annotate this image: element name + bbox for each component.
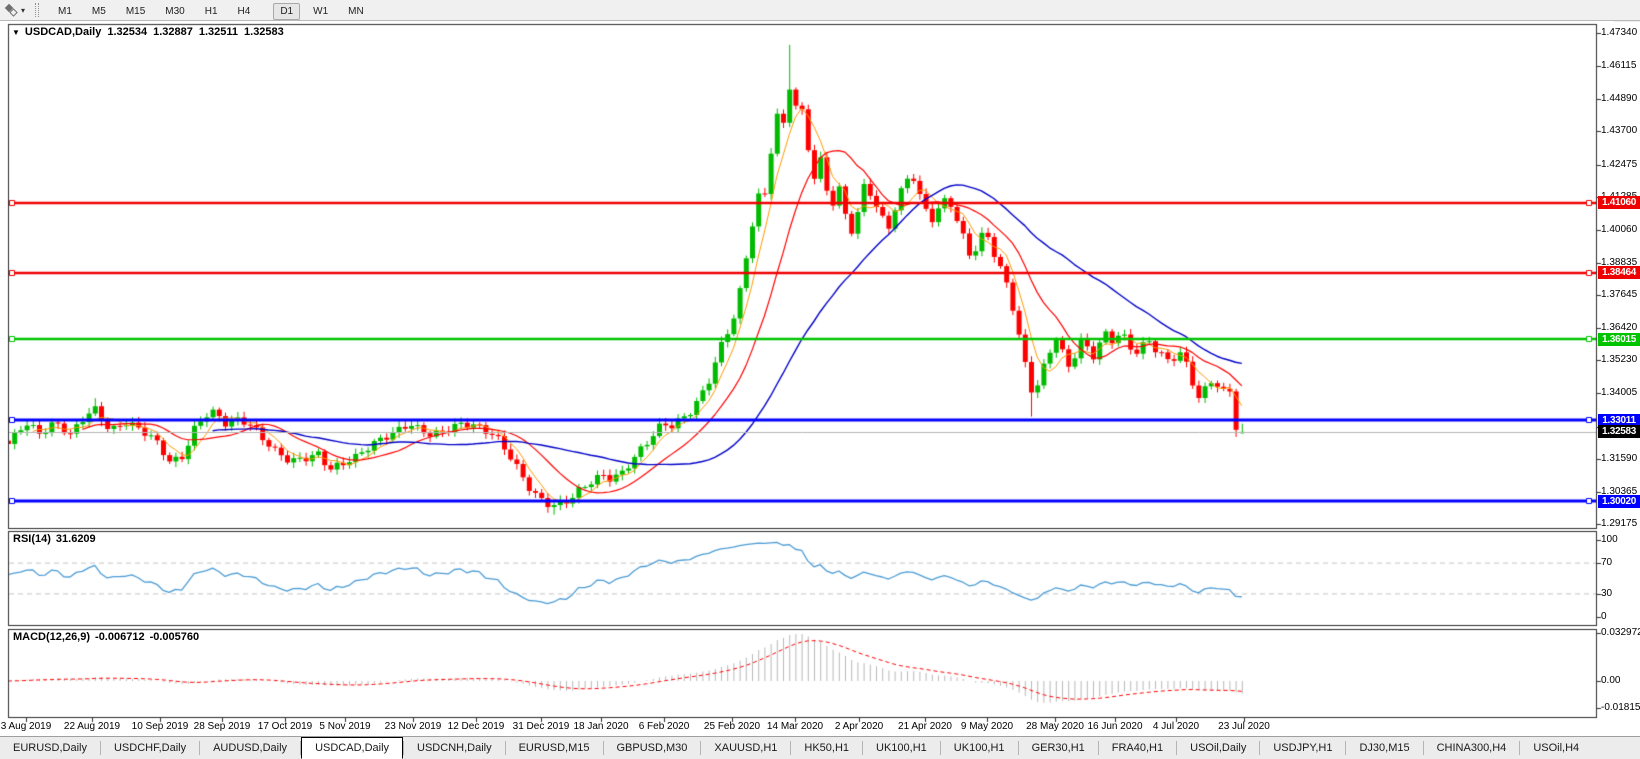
chart-tab-usdcnh[interactable]: USDCNH,Daily	[404, 737, 505, 759]
timeframe-button-m5[interactable]: M5	[85, 3, 113, 20]
rsi-value: 31.6209	[56, 533, 96, 545]
chart-tab-eurusd[interactable]: EURUSD,M15	[506, 737, 603, 759]
timeframe-button-m15[interactable]: M15	[119, 3, 152, 20]
rsi-axis-tick: 0	[1601, 611, 1607, 622]
date-axis-label: 3 Aug 2019	[1, 721, 52, 732]
macd-axis-tick: 0.032972	[1601, 627, 1640, 638]
date-axis-label: 23 Jul 2020	[1218, 721, 1270, 732]
date-axis-label: 14 Mar 2020	[767, 721, 823, 732]
chart-tab-usoil[interactable]: USOil,H4	[1520, 737, 1592, 759]
chart-tab-usdjpy[interactable]: USDJPY,H1	[1260, 737, 1345, 759]
chart-tab-uk100[interactable]: UK100,H1	[941, 737, 1018, 759]
date-axis-label: 4 Jul 2020	[1153, 721, 1199, 732]
hline-price-tag: 1.38464	[1598, 266, 1640, 279]
macd-indicator-label: MACD(12,26,9) -0.006712 -0.005760	[13, 631, 204, 643]
hline-price-tag: 1.41060	[1598, 196, 1640, 209]
timeframe-buttons: M1 M5 M15 M30 H1 H4 D1 W1 MN	[48, 1, 384, 19]
timeframe-button-h1[interactable]: H1	[198, 3, 225, 20]
ohlc-low: 1.32511	[199, 26, 238, 38]
macd-axis-tick: 0.00	[1601, 675, 1620, 686]
chart-tab-eurusd[interactable]: EURUSD,Daily	[0, 737, 100, 759]
price-axis-tick: 1.46115	[1601, 60, 1636, 71]
price-axis-tick: 1.47340	[1601, 27, 1637, 38]
symbol-title: USDCAD,Daily	[25, 26, 101, 38]
timeframe-button-mn[interactable]: MN	[341, 3, 371, 20]
hline-price-tag: 1.30020	[1598, 495, 1640, 508]
date-axis-label: 22 Aug 2019	[64, 721, 120, 732]
date-axis-label: 10 Sep 2019	[132, 721, 189, 732]
date-axis-label: 18 Jan 2020	[573, 721, 628, 732]
rsi-axis-tick: 100	[1601, 534, 1618, 545]
price-axis-tick: 1.43700	[1601, 125, 1637, 136]
date-axis-label: 17 Oct 2019	[258, 721, 312, 732]
date-axis-label: 25 Feb 2020	[704, 721, 760, 732]
date-axis-label: 5 Nov 2019	[319, 721, 370, 732]
price-axis-tick: 1.40060	[1601, 224, 1637, 235]
price-axis-tick: 1.37645	[1601, 289, 1637, 300]
date-axis-label: 21 Apr 2020	[898, 721, 952, 732]
date-axis-label: 23 Nov 2019	[385, 721, 442, 732]
timeframe-button-w1[interactable]: W1	[306, 3, 335, 20]
chart-tab-audusd[interactable]: AUDUSD,Daily	[200, 737, 300, 759]
chart-tab-usdchf[interactable]: USDCHF,Daily	[101, 737, 199, 759]
rsi-axis-tick: 70	[1601, 557, 1612, 568]
hline-price-tag: 1.36015	[1598, 333, 1640, 346]
date-axis-label: 28 May 2020	[1026, 721, 1084, 732]
ohlc-high: 1.32887	[153, 26, 193, 38]
price-axis-tick: 1.35230	[1601, 354, 1637, 365]
ohlc-close: 1.32583	[244, 26, 284, 38]
top-toolbar: ▾ M1 M5 M15 M30 H1 H4 D1 W1 MN	[0, 0, 1640, 21]
chevron-down-icon[interactable]: ▾	[21, 6, 25, 15]
date-axis-label: 12 Dec 2019	[448, 721, 505, 732]
price-axis-tick: 1.36420	[1601, 322, 1637, 333]
chart-tab-bar: EURUSD,DailyUSDCHF,DailyAUDUSD,DailyUSDC…	[0, 736, 1640, 759]
date-axis-label: 9 May 2020	[961, 721, 1013, 732]
date-axis-label: 6 Feb 2020	[639, 721, 690, 732]
chart-tab-usdcad[interactable]: USDCAD,Daily	[301, 737, 403, 759]
price-axis-tick: 1.31590	[1601, 453, 1637, 464]
macd-name: MACD(12,26,9)	[13, 631, 90, 643]
price-axis-tick: 1.44890	[1601, 93, 1637, 104]
date-axis-label: 2 Apr 2020	[835, 721, 883, 732]
date-axis-label: 16 Jun 2020	[1087, 721, 1142, 732]
timeframe-button-d1[interactable]: D1	[273, 3, 300, 20]
macd-signal-value: -0.005760	[150, 631, 200, 643]
chart-tools-icon[interactable]	[3, 3, 19, 18]
chart-tab-uk100[interactable]: UK100,H1	[863, 737, 940, 759]
rsi-indicator-label: RSI(14) 31.6209	[13, 533, 101, 545]
timeframe-button-m1[interactable]: M1	[51, 3, 79, 20]
price-axis-tick: 1.42475	[1601, 159, 1637, 170]
chart-tab-gbpusd[interactable]: GBPUSD,M30	[604, 737, 701, 759]
toolbar-grip[interactable]	[35, 3, 39, 17]
chart-tab-dj30[interactable]: DJ30,M15	[1346, 737, 1422, 759]
timeframe-button-h4[interactable]: H4	[231, 3, 258, 20]
date-axis-label: 31 Dec 2019	[513, 721, 570, 732]
chart-tab-fra40[interactable]: FRA40,H1	[1099, 737, 1176, 759]
rsi-name: RSI(14)	[13, 533, 51, 545]
chart-dropdown-icon[interactable]: ▼	[12, 28, 20, 37]
chart-tab-xauusd[interactable]: XAUUSD,H1	[701, 737, 790, 759]
macd-main-value: -0.006712	[95, 631, 145, 643]
chart-tab-usoil[interactable]: USOil,Daily	[1177, 737, 1259, 759]
chart-tab-ger30[interactable]: GER30,H1	[1019, 737, 1098, 759]
chart-title: ▼ USDCAD,Daily 1.32534 1.32887 1.32511 1…	[12, 26, 284, 38]
date-axis-label: 28 Sep 2019	[194, 721, 251, 732]
current-price-tag: 1.32583	[1598, 425, 1640, 438]
macd-axis-tick: -0.018154	[1601, 702, 1640, 713]
timeframe-button-m30[interactable]: M30	[158, 3, 191, 20]
rsi-axis-tick: 30	[1601, 588, 1612, 599]
chart-tab-china300[interactable]: CHINA300,H4	[1424, 737, 1520, 759]
price-axis-tick: 1.29175	[1601, 518, 1637, 529]
price-chart-canvas[interactable]	[0, 0, 1640, 759]
ohlc-open: 1.32534	[107, 26, 147, 38]
chart-tab-hk50[interactable]: HK50,H1	[791, 737, 862, 759]
price-axis-tick: 1.34005	[1601, 387, 1637, 398]
